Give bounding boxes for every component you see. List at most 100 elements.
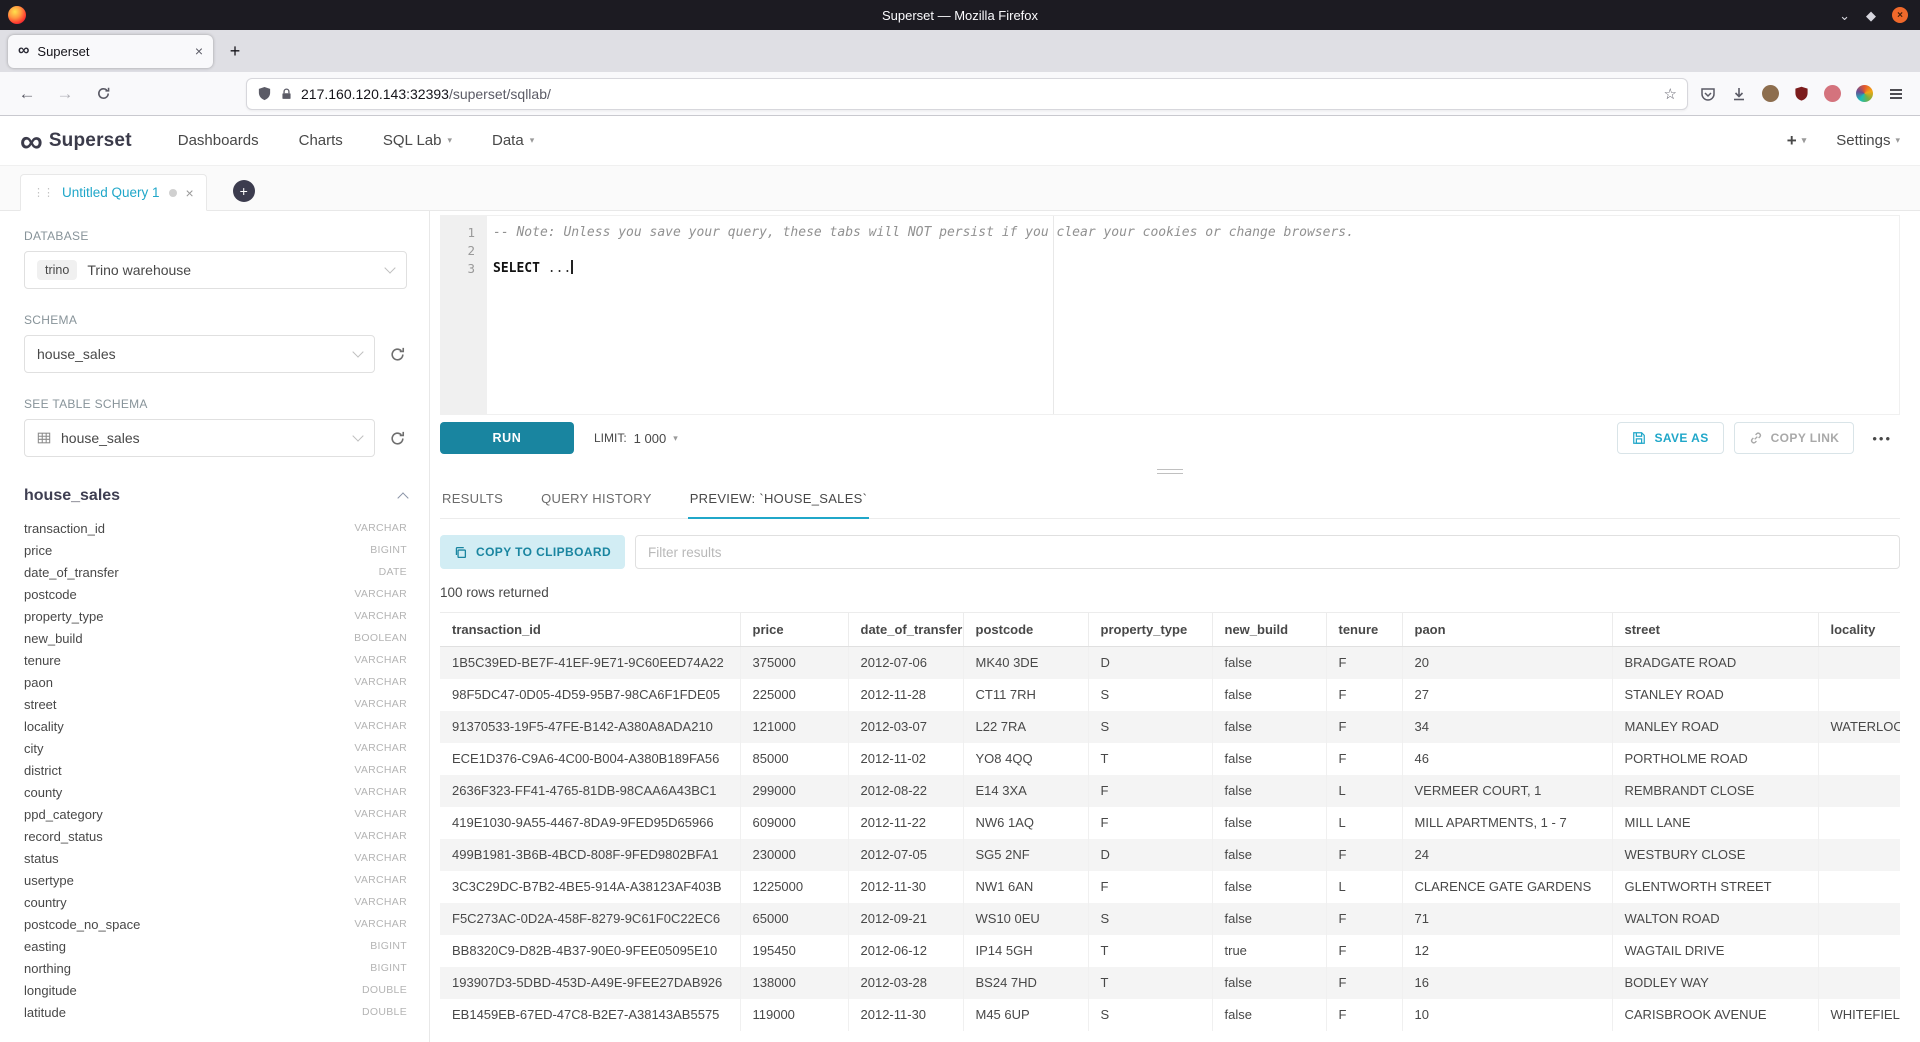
- nav-item-data[interactable]: Data▾: [492, 132, 534, 149]
- table-cell: [1818, 839, 1900, 871]
- nav-item-dashboards[interactable]: Dashboards: [178, 132, 259, 149]
- column-header-property_type[interactable]: property_type: [1088, 613, 1212, 647]
- url-host: 217.160.120.143:32393: [301, 86, 449, 102]
- table-cell: 609000: [740, 807, 848, 839]
- column-name: district: [24, 763, 62, 778]
- download-icon[interactable]: [1731, 86, 1747, 102]
- pane-splitter[interactable]: [440, 461, 1900, 481]
- database-select[interactable]: trino Trino warehouse: [24, 251, 407, 289]
- table-cell: L: [1326, 775, 1402, 807]
- extension-icon[interactable]: [1824, 85, 1841, 102]
- limit-dropdown[interactable]: LIMIT: 1 000 ▾: [594, 431, 678, 446]
- window-maximize-icon[interactable]: ◆: [1866, 9, 1876, 22]
- nav-item-charts[interactable]: Charts: [299, 132, 343, 149]
- column-header-date_of_transfer[interactable]: date_of_transfer: [848, 613, 963, 647]
- window-shade-icon[interactable]: ⌄: [1839, 9, 1850, 22]
- save-as-button[interactable]: SAVE AS: [1617, 422, 1723, 454]
- query-tab-close-icon[interactable]: ×: [186, 185, 194, 201]
- column-header-locality[interactable]: locality: [1818, 613, 1900, 647]
- column-header-new_build[interactable]: new_build: [1212, 613, 1326, 647]
- superset-logo[interactable]: ∞ Superset: [20, 125, 132, 157]
- tab-results[interactable]: RESULTS: [440, 481, 505, 519]
- table-cell: 65000: [740, 903, 848, 935]
- back-button[interactable]: ←: [12, 79, 42, 109]
- column-name: county: [24, 785, 62, 800]
- column-type: VARCHAR: [354, 588, 407, 600]
- sql-editor[interactable]: 123 -- Note: Unless you save your query,…: [440, 215, 1900, 415]
- chevron-down-icon: [352, 346, 363, 357]
- tab-query-history[interactable]: QUERY HISTORY: [539, 481, 654, 519]
- table-select[interactable]: house_sales: [24, 419, 375, 457]
- table-cell: false: [1212, 807, 1326, 839]
- column-name: tenure: [24, 653, 61, 668]
- table-cell: 91370533-19F5-47FE-B142-A380A8ADA210: [440, 711, 740, 743]
- lock-icon[interactable]: [280, 87, 293, 101]
- more-options-button[interactable]: •••: [1864, 431, 1900, 446]
- tab-close-icon[interactable]: ×: [195, 43, 203, 59]
- column-name: northing: [24, 961, 71, 976]
- forward-button[interactable]: →: [50, 79, 80, 109]
- column-header-tenure[interactable]: tenure: [1326, 613, 1402, 647]
- column-header-paon[interactable]: paon: [1402, 613, 1612, 647]
- column-type: VARCHAR: [354, 720, 407, 732]
- url-bar[interactable]: 217.160.120.143:32393/superset/sqllab/ ☆: [246, 78, 1688, 110]
- new-tab-button[interactable]: +: [221, 37, 249, 65]
- table-row: 2636F323-FF41-4765-81DB-98CAA6A43BC12990…: [440, 775, 1900, 807]
- column-header-price[interactable]: price: [740, 613, 848, 647]
- table-refresh-button[interactable]: [387, 428, 407, 448]
- schema-refresh-button[interactable]: [387, 344, 407, 364]
- table-cell: BB8320C9-D82B-4B37-90E0-9FEE05095E10: [440, 935, 740, 967]
- column-header-transaction_id[interactable]: transaction_id: [440, 613, 740, 647]
- table-cell: 225000: [740, 679, 848, 711]
- tab-preview-house-sales[interactable]: PREVIEW: `HOUSE_SALES`: [688, 481, 870, 519]
- table-cell: false: [1212, 871, 1326, 903]
- pocket-icon[interactable]: [1700, 86, 1716, 102]
- schema-column-row: postcodeVARCHAR: [24, 583, 407, 605]
- column-type: VARCHAR: [354, 610, 407, 622]
- table-cell: 2012-08-22: [848, 775, 963, 807]
- extension-icon[interactable]: [1856, 85, 1873, 102]
- table-cell: WAGTAIL DRIVE: [1612, 935, 1818, 967]
- column-type: DATE: [379, 566, 407, 578]
- table-cell: 10: [1402, 999, 1612, 1031]
- table-cell: 375000: [740, 647, 848, 679]
- extension-icon[interactable]: [1794, 86, 1809, 101]
- settings-menu-button[interactable]: Settings ▾: [1836, 132, 1900, 149]
- table-cell: F: [1326, 679, 1402, 711]
- schema-column-row: latitudeDOUBLE: [24, 1001, 407, 1023]
- query-tab[interactable]: ⋮⋮ Untitled Query 1 ×: [20, 174, 207, 211]
- tracking-shield-icon[interactable]: [257, 86, 272, 101]
- column-type: VARCHAR: [354, 896, 407, 908]
- table-cell: [1818, 871, 1900, 903]
- table-cell: false: [1212, 711, 1326, 743]
- plus-menu-button[interactable]: + ▾: [1787, 131, 1806, 151]
- browser-tab[interactable]: ∞ Superset ×: [8, 35, 213, 68]
- nav-item-sql-lab[interactable]: SQL Lab▾: [383, 132, 452, 149]
- column-name: paon: [24, 675, 53, 690]
- table-cell: [1818, 967, 1900, 999]
- table-row: ECE1D376-C9A6-4C00-B004-A380B189FA568500…: [440, 743, 1900, 775]
- drag-handle-icon[interactable]: ⋮⋮: [33, 186, 53, 199]
- add-query-tab-button[interactable]: +: [233, 180, 255, 202]
- table-cell: WS10 0EU: [963, 903, 1088, 935]
- schema-select[interactable]: house_sales: [24, 335, 375, 373]
- window-close-button[interactable]: ×: [1892, 7, 1908, 23]
- column-header-postcode[interactable]: postcode: [963, 613, 1088, 647]
- link-icon: [1749, 431, 1763, 445]
- filter-results-input[interactable]: [635, 535, 1900, 569]
- copy-link-button[interactable]: COPY LINK: [1734, 422, 1855, 454]
- reload-button[interactable]: [88, 79, 118, 109]
- collapse-chevron-icon[interactable]: [397, 492, 408, 503]
- column-header-street[interactable]: street: [1612, 613, 1818, 647]
- bookmark-star-icon[interactable]: ☆: [1664, 85, 1677, 103]
- schema-column-row: transaction_idVARCHAR: [24, 517, 407, 539]
- extension-icon[interactable]: [1762, 85, 1779, 102]
- table-cell: WALTON ROAD: [1612, 903, 1818, 935]
- copy-to-clipboard-button[interactable]: COPY TO CLIPBOARD: [440, 535, 625, 569]
- run-button[interactable]: RUN: [440, 422, 574, 454]
- column-name: status: [24, 851, 59, 866]
- caret-down-icon: ▾: [1802, 135, 1807, 146]
- column-name: street: [24, 697, 57, 712]
- table-cell: 2012-11-30: [848, 871, 963, 903]
- menu-hamburger-icon[interactable]: [1888, 86, 1904, 102]
